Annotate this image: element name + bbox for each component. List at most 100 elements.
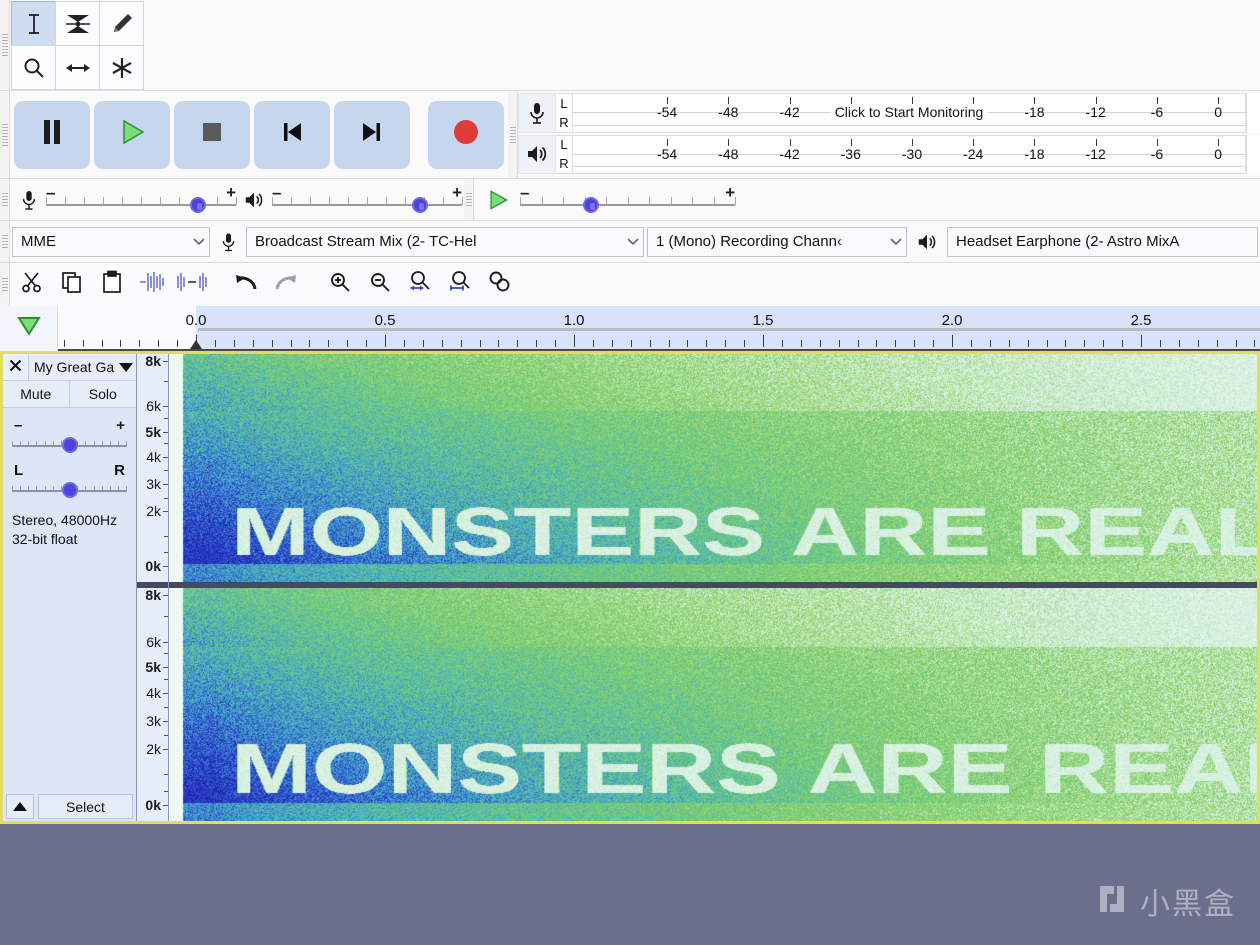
track-name-dropdown[interactable]: My Great Ga — [29, 354, 136, 380]
skip-to-start-button[interactable] — [254, 100, 330, 169]
zoom-toggle-button[interactable] — [480, 265, 520, 304]
meter-tick-label: -30 — [901, 145, 923, 162]
track-panel-area: My Great Ga Mute Solo – + L R Stereo, 48… — [0, 351, 1260, 824]
undo-button[interactable] — [226, 265, 266, 304]
playback-device-select[interactable]: Headset Earphone (2- Astro MixA — [947, 226, 1258, 257]
meter-tick — [850, 97, 852, 104]
spectrogram-view[interactable] — [169, 354, 1257, 821]
chevron-down-icon — [890, 233, 902, 250]
play-at-speed-button[interactable] — [476, 187, 520, 213]
edit-toolbar — [10, 263, 522, 306]
paste-button[interactable] — [92, 265, 132, 304]
track-mute-button[interactable]: Mute — [3, 381, 70, 407]
frequency-ruler-label: 2k — [146, 503, 161, 520]
gain-slider-thumb[interactable] — [61, 437, 78, 453]
ruler-tick — [952, 335, 953, 347]
frequency-ruler-label: 6k — [146, 633, 161, 650]
frequency-ruler-tick — [164, 734, 168, 736]
right-channel-spectrogram[interactable] — [169, 588, 1257, 821]
slider-thumb[interactable] — [412, 196, 429, 213]
transport-grabber[interactable] — [0, 91, 10, 178]
toolbar-grabber[interactable] — [0, 0, 10, 90]
monitor-hint-text[interactable]: Click to Start Monitoring — [830, 104, 988, 120]
pinned-play-head-button[interactable] — [0, 306, 58, 351]
timeline-ruler[interactable]: 0.0 0.5 1.0 1.5 2.0 2.5 — [58, 306, 1260, 351]
meter-tick-label: -48 — [718, 145, 739, 162]
track-solo-button[interactable]: Solo — [69, 381, 136, 407]
cut-button[interactable] — [12, 265, 52, 304]
zoom-out-button[interactable] — [360, 265, 400, 304]
slider-thumb[interactable] — [582, 196, 599, 213]
fit-selection-button[interactable] — [400, 265, 440, 304]
zoom-tool-button[interactable] — [11, 45, 56, 90]
frequency-ruler-tick — [164, 497, 168, 499]
mixer-toolbar-row: – + – + – + — [0, 178, 1260, 220]
magnifier-icon — [21, 55, 47, 81]
ruler-tick — [819, 340, 821, 347]
play-speed-slider[interactable]: – + — [520, 184, 736, 215]
playback-volume-slider[interactable]: – + — [272, 184, 463, 215]
track-gain-slider[interactable]: – + — [3, 408, 136, 456]
ruler-tick — [233, 340, 235, 347]
stop-button[interactable] — [174, 100, 250, 169]
left-channel-spectrogram[interactable] — [169, 354, 1257, 582]
track-pan-slider[interactable]: L R — [3, 456, 136, 501]
meter-right-label: R — [559, 114, 569, 130]
ruler-tick — [139, 340, 141, 347]
zoom-in-button[interactable] — [320, 265, 360, 304]
fit-project-button[interactable] — [440, 265, 480, 304]
mixer-grabber[interactable] — [0, 179, 10, 220]
ruler-tick — [1235, 340, 1237, 347]
track-select-button[interactable]: Select — [38, 794, 133, 819]
playback-meter-scale[interactable]: -54 -48 -42 -36 -30 -24 -18 -12 -6 0 — [572, 134, 1246, 174]
slider-tick — [272, 196, 273, 205]
recording-volume-slider[interactable]: – + — [46, 182, 237, 215]
zoom-in-icon — [328, 270, 352, 299]
slider-tick — [443, 196, 444, 205]
slider-plus-label: + — [226, 182, 236, 202]
ruler-tick — [725, 340, 727, 347]
ruler-tick — [763, 335, 764, 347]
multi-tool-button[interactable] — [99, 45, 144, 90]
ruler-tick — [857, 340, 859, 347]
recording-device-select[interactable]: Broadcast Stream Mix (2- TC-Hel — [246, 226, 644, 257]
slider-tick — [367, 196, 368, 205]
device-grabber[interactable] — [0, 221, 10, 262]
redo-button[interactable] — [266, 265, 306, 304]
playspeed-grabber[interactable] — [464, 179, 474, 220]
slider-tick — [65, 196, 66, 205]
recording-meter-scale[interactable]: -54 -48 -42 -18 -12 -6 0 Click to Start Monito… — [572, 93, 1246, 133]
play-head-indicator[interactable] — [190, 340, 202, 349]
meter-tick — [850, 138, 852, 146]
meter-tick-label: -18 — [1024, 104, 1045, 120]
frequency-ruler[interactable]: 8k 6k 5k 4k 3k 2k 0k 8k 6k 5k 4k 3k 2k 0k — [137, 353, 169, 821]
pause-button[interactable] — [14, 100, 90, 169]
audio-host-select[interactable]: MME — [12, 226, 210, 257]
copy-button[interactable] — [52, 265, 92, 304]
recording-meter[interactable]: L R -54 -48 -42 -18 -12 -6 0 Click to Start Mo… — [518, 93, 1260, 133]
play-button[interactable] — [94, 100, 170, 169]
skip-to-end-button[interactable] — [334, 100, 410, 169]
ruler-tick — [252, 340, 254, 347]
timeshift-tool-button[interactable] — [55, 45, 100, 90]
record-button[interactable] — [428, 100, 504, 169]
selection-tool-button[interactable] — [11, 1, 56, 46]
left-channel-canvas[interactable] — [169, 354, 1257, 582]
recording-channels-select[interactable]: 1 (Mono) Recording Chann‹ — [647, 226, 907, 257]
slider-thumb[interactable] — [190, 196, 206, 213]
meter-toolbars: L R -54 -48 -42 -18 -12 -6 0 Click to Start Mo… — [518, 91, 1260, 178]
slider-tick — [291, 196, 292, 205]
track-collapse-button[interactable] — [6, 794, 34, 819]
silence-audio-button[interactable] — [172, 265, 212, 304]
track-close-button[interactable] — [3, 354, 29, 380]
draw-tool-button[interactable] — [99, 1, 144, 46]
envelope-tool-button[interactable] — [55, 1, 100, 46]
edit-grabber[interactable] — [0, 263, 10, 306]
trim-audio-button[interactable] — [132, 265, 172, 304]
ruler-tick — [649, 340, 651, 347]
playback-meter[interactable]: L R -54 -48 -42 -36 -30 -24 -18 -12 -6 0 — [518, 134, 1260, 174]
frequency-ruler-label: 5k — [145, 423, 161, 440]
right-channel-canvas[interactable] — [169, 588, 1257, 821]
meter-grabber[interactable] — [508, 91, 518, 178]
pan-slider-thumb[interactable] — [61, 482, 78, 498]
